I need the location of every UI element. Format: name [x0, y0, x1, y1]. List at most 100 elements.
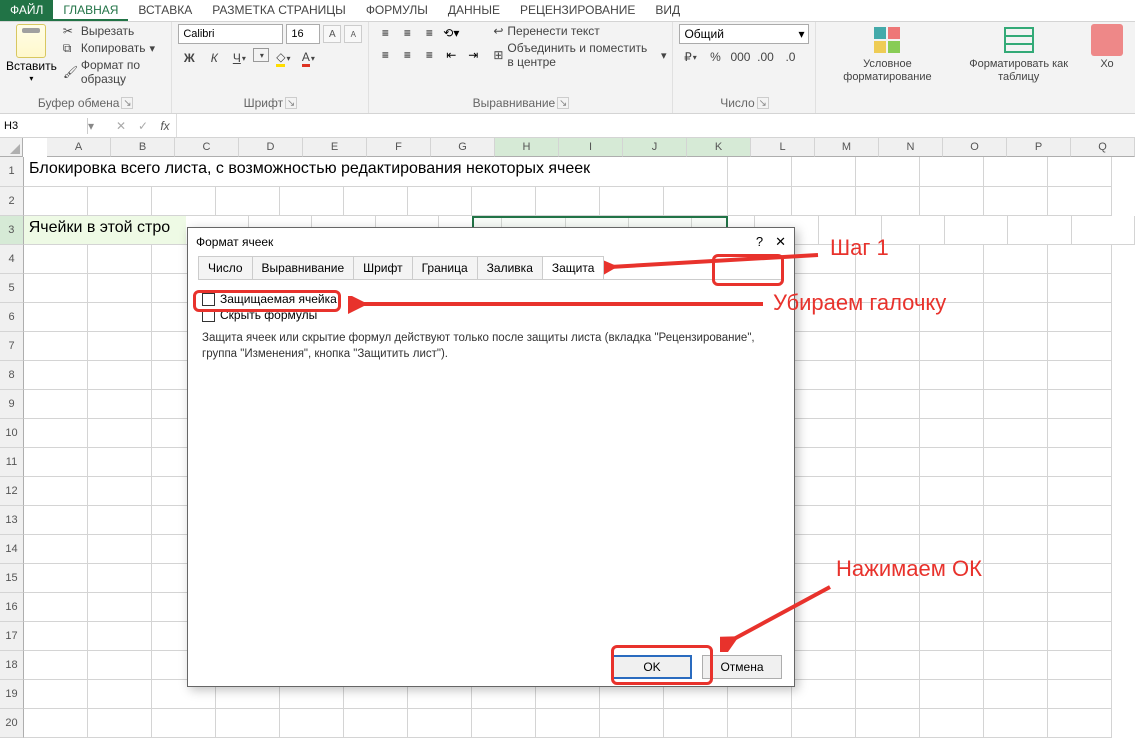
fx-button[interactable]: fx [154, 119, 176, 133]
bucket-icon [1091, 24, 1123, 56]
ok-button[interactable]: OK [612, 655, 692, 679]
group-font-launcher[interactable]: ↘ [285, 97, 297, 109]
indent-dec[interactable]: ⇤ [441, 46, 461, 64]
formula-input[interactable] [176, 114, 1135, 137]
cond-format-button[interactable]: Условное форматирование [822, 24, 952, 84]
dlg-tab-fill[interactable]: Заливка [477, 256, 543, 279]
italic-button[interactable]: К [203, 48, 225, 68]
dlg-tab-align[interactable]: Выравнивание [252, 256, 355, 279]
align-right[interactable]: ≡ [419, 46, 439, 64]
cell-style-partial[interactable]: Хо [1085, 24, 1129, 84]
fill-color-button[interactable]: ◇ [272, 48, 294, 68]
dlg-tab-font[interactable]: Шрифт [353, 256, 412, 279]
tab-home[interactable]: ГЛАВНАЯ [53, 0, 128, 21]
cond-label: Условное форматирование [828, 58, 946, 84]
tab-file[interactable]: ФАЙЛ [0, 0, 53, 21]
group-num-launcher[interactable]: ↘ [757, 97, 769, 109]
align-middle[interactable]: ≡ [397, 24, 417, 42]
align-center[interactable]: ≡ [397, 46, 417, 64]
table-label: Форматировать как таблицу [958, 58, 1079, 84]
wrap-text-button[interactable]: ↩ Перенести текст [493, 24, 666, 38]
tab-layout[interactable]: РАЗМЕТКА СТРАНИЦЫ [202, 0, 356, 21]
column-headers[interactable]: ABCDEFGHIJKLMNOPQ [47, 138, 1135, 157]
select-all[interactable] [0, 138, 23, 157]
cancel-button[interactable]: Отмена [702, 655, 782, 679]
decrease-font-button[interactable]: A [344, 25, 362, 43]
dialog-help-text: Защита ячеек или скрытие формул действую… [202, 330, 780, 362]
tab-review[interactable]: РЕЦЕНЗИРОВАНИЕ [510, 0, 645, 21]
group-styles: Условное форматирование Форматировать ка… [816, 22, 1135, 113]
merge-button[interactable]: ⊞Объединить и поместить в центре ▾ [493, 41, 666, 69]
dec-decimal[interactable]: .0 [779, 47, 801, 67]
name-box[interactable]: H3 [0, 118, 88, 134]
format-table-button[interactable]: Форматировать как таблицу [952, 24, 1085, 84]
num-format-label: Общий [684, 27, 724, 41]
group-clipboard: Вставить ▾ ✂Вырезать ⧉Копировать ▾ 🖌Форм… [0, 22, 172, 113]
wrap-label: Перенести текст [507, 24, 599, 38]
tab-view[interactable]: ВИД [645, 0, 690, 21]
group-clipboard-launcher[interactable]: ↘ [121, 97, 133, 109]
wrap-icon: ↩ [493, 24, 503, 38]
copy-icon: ⧉ [63, 41, 77, 55]
increase-font-button[interactable]: A [323, 25, 341, 43]
indent-inc[interactable]: ⇥ [463, 46, 483, 64]
cut-button[interactable]: ✂Вырезать [63, 24, 165, 38]
copy-button[interactable]: ⧉Копировать ▾ [63, 41, 165, 55]
tab-formulas[interactable]: ФОРМУЛЫ [356, 0, 438, 21]
font-name-select[interactable] [178, 24, 283, 44]
group-num-label: Число [720, 96, 755, 110]
cancel-edit[interactable]: ✕ [110, 119, 132, 133]
dialog-title: Формат ячеек [196, 235, 273, 249]
group-align-launcher[interactable]: ↘ [557, 97, 569, 109]
annotation-uncheck: Убираем галочку [773, 290, 946, 316]
checkbox-box [202, 309, 215, 322]
checkbox-locked[interactable]: Защищаемая ячейка [202, 292, 780, 306]
format-painter-button[interactable]: 🖌 Формат по образцу [63, 58, 165, 86]
tab-data[interactable]: ДАННЫЕ [438, 0, 510, 21]
bold-button[interactable]: Ж [178, 48, 200, 68]
scissors-icon: ✂ [63, 24, 77, 38]
copy-label: Копировать [81, 41, 146, 55]
merge-label: Объединить и поместить в центре [507, 41, 657, 69]
annotation-ok: Нажимаем ОК [836, 556, 982, 582]
checkbox-hidden-label: Скрыть формулы [220, 308, 317, 322]
cond-format-icon [871, 24, 903, 56]
checkbox-hidden[interactable]: Скрыть формулы [202, 308, 780, 322]
group-align-label: Выравнивание [473, 96, 556, 110]
font-color-button[interactable]: A [297, 48, 319, 68]
currency-button[interactable]: ₽ [679, 47, 701, 67]
brush-icon: 🖌 [63, 65, 77, 79]
underline-button[interactable]: Ч [228, 48, 250, 68]
group-number: Общий▾ ₽ % 000 .00 .0 Число↘ [673, 22, 816, 113]
table-icon [1003, 24, 1035, 56]
clipboard-icon [16, 24, 46, 58]
group-font: A A Ж К Ч ◇ A Шрифт↘ [172, 22, 369, 113]
ribbon: Вставить ▾ ✂Вырезать ⧉Копировать ▾ 🖌Форм… [0, 22, 1135, 114]
font-size-select[interactable] [286, 24, 320, 44]
thousands-button[interactable]: 000 [729, 47, 751, 67]
dlg-tab-number[interactable]: Число [198, 256, 253, 279]
dlg-tab-protect[interactable]: Защита [542, 256, 605, 279]
ribbon-tabs: ФАЙЛ ГЛАВНАЯ ВСТАВКА РАЗМЕТКА СТРАНИЦЫ Ф… [0, 0, 1135, 22]
format-painter-label: Формат по образцу [81, 58, 165, 86]
checkbox-locked-label: Защищаемая ячейка [220, 292, 337, 306]
dialog-tabs: Число Выравнивание Шрифт Граница Заливка… [188, 256, 794, 279]
percent-button[interactable]: % [704, 47, 726, 67]
paste-button[interactable]: Вставить ▾ [6, 24, 57, 83]
align-bottom[interactable]: ≡ [419, 24, 439, 42]
orientation[interactable]: ⟲▾ [441, 24, 461, 42]
format-cells-dialog: Формат ячеек ? ✕ Число Выравнивание Шриф… [187, 227, 795, 687]
checkbox-box [202, 293, 215, 306]
dlg-tab-border[interactable]: Граница [412, 256, 478, 279]
confirm-edit[interactable]: ✓ [132, 119, 154, 133]
tab-insert[interactable]: ВСТАВКА [128, 0, 202, 21]
number-format-select[interactable]: Общий▾ [679, 24, 809, 44]
bucket-icon: ◇ [276, 50, 285, 67]
inc-decimal[interactable]: .00 [754, 47, 776, 67]
border-button[interactable] [253, 48, 269, 62]
align-top[interactable]: ≡ [375, 24, 395, 42]
dialog-help-button[interactable]: ? [756, 234, 763, 250]
align-left[interactable]: ≡ [375, 46, 395, 64]
dialog-close-button[interactable]: ✕ [775, 234, 786, 250]
formula-bar: H3 ▾ ✕ ✓ fx [0, 114, 1135, 138]
